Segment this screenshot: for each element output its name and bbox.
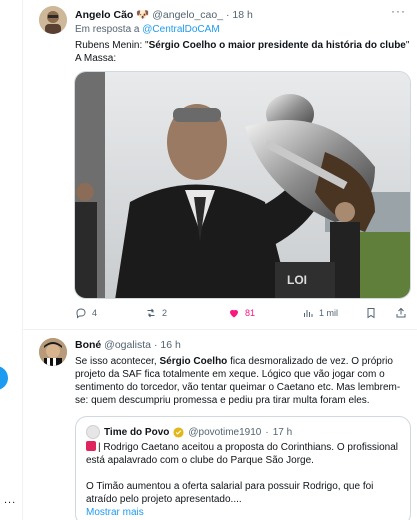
quote-avatar — [86, 425, 100, 439]
quote-timestamp: 17 h — [272, 426, 293, 438]
retweet-icon — [147, 308, 155, 318]
separator: · — [153, 339, 158, 351]
tweet-line: A Massa: — [75, 53, 117, 64]
quote-author-name: Time do Povo — [104, 426, 170, 438]
tweet[interactable]: Angelo Cão 🐶 @angelo_cao_ · 18 h ··· Em … — [23, 0, 417, 330]
like-button[interactable]: 81 — [228, 307, 255, 319]
heart-icon — [230, 309, 238, 318]
account-more-icon[interactable]: ... — [4, 494, 16, 506]
views-count: 1 mil — [319, 308, 339, 318]
timeline-column: Angelo Cão 🐶 @angelo_cao_ · 18 h ··· Em … — [22, 0, 417, 520]
left-nav-rail: ... — [0, 0, 22, 520]
tweet-actions: 4 2 81 1 mil — [75, 307, 411, 323]
reply-prefix: Em resposta a — [75, 24, 140, 35]
svg-text:LOI: LOI — [287, 273, 307, 287]
timestamp[interactable]: 18 h — [232, 9, 252, 21]
like-count: 81 — [245, 308, 256, 318]
verified-badge-icon — [173, 426, 184, 438]
tweet-header: Angelo Cão 🐶 @angelo_cao_ · 18 h — [75, 8, 253, 21]
retweet-count: 2 — [162, 308, 168, 318]
text-segment: " — [405, 40, 410, 51]
tweet-photo[interactable]: LOI — [74, 71, 411, 299]
reply-icon — [76, 308, 86, 319]
more-icon[interactable]: ··· — [391, 4, 406, 18]
separator: · — [225, 9, 230, 21]
reply-count: 4 — [92, 308, 98, 318]
quote-paragraph: | Rodrigo Caetano aceitou a proposta do … — [86, 441, 404, 467]
quoted-tweet[interactable]: Time do Povo @povotime1910 · 17 h | Rodr… — [75, 416, 411, 520]
retweet-button[interactable]: 2 — [145, 307, 167, 319]
tweet-line: Rubens Menin: "Sérgio Coelho o maior pre… — [75, 39, 410, 52]
separator: · — [265, 426, 269, 438]
text-bold: Sérgio Coelho — [159, 356, 228, 367]
tweet[interactable]: Boné @ogalista · 16 h Se isso acontecer,… — [23, 331, 417, 520]
text-bold: Sérgio Coelho o maior presidente da hist… — [148, 40, 406, 51]
views-icon — [304, 310, 313, 317]
compose-button[interactable] — [0, 366, 8, 390]
alert-icon — [86, 441, 96, 451]
views-button[interactable]: 1 mil — [302, 307, 338, 319]
text-segment: Rubens Menin: " — [75, 40, 149, 51]
quote-paragraph: O Timão aumentou a oferta salarial para … — [86, 481, 374, 505]
reply-context: Em resposta a @CentralDoCAM — [75, 24, 220, 35]
tweet-text: Rubens Menin: "Sérgio Coelho o maior pre… — [75, 39, 410, 65]
avatar[interactable] — [39, 338, 67, 366]
tweet-text: Se isso acontecer, Sérgio Coelho fica de… — [75, 355, 410, 407]
author-handle[interactable]: @ogalista — [104, 339, 151, 351]
timestamp[interactable]: 16 h — [160, 339, 180, 351]
bookmark-icon — [367, 308, 375, 319]
author-name[interactable]: Angelo Cão 🐶 — [75, 9, 149, 21]
reply-handle-link[interactable]: @CentralDoCAM — [142, 24, 219, 35]
text-segment: Se isso acontecer, — [75, 356, 160, 367]
share-button[interactable] — [395, 307, 407, 319]
quote-text: | Rodrigo Caetano aceitou a proposta do … — [86, 441, 404, 519]
share-icon — [396, 307, 406, 318]
quote-paragraph-text: | Rodrigo Caetano aceitou a proposta do … — [86, 442, 398, 466]
quote-handle: @povotime1910 — [188, 426, 262, 438]
show-more-link[interactable]: Mostrar mais — [86, 506, 404, 519]
tweet-header: Boné @ogalista · 16 h — [75, 339, 181, 351]
bookmark-button[interactable] — [365, 307, 377, 319]
quote-header: Time do Povo @povotime1910 · 17 h — [86, 425, 292, 439]
avatar[interactable] — [39, 6, 67, 34]
reply-button[interactable]: 4 — [75, 307, 97, 319]
author-handle[interactable]: @angelo_cao_ — [152, 9, 223, 21]
author-name[interactable]: Boné — [75, 339, 101, 351]
